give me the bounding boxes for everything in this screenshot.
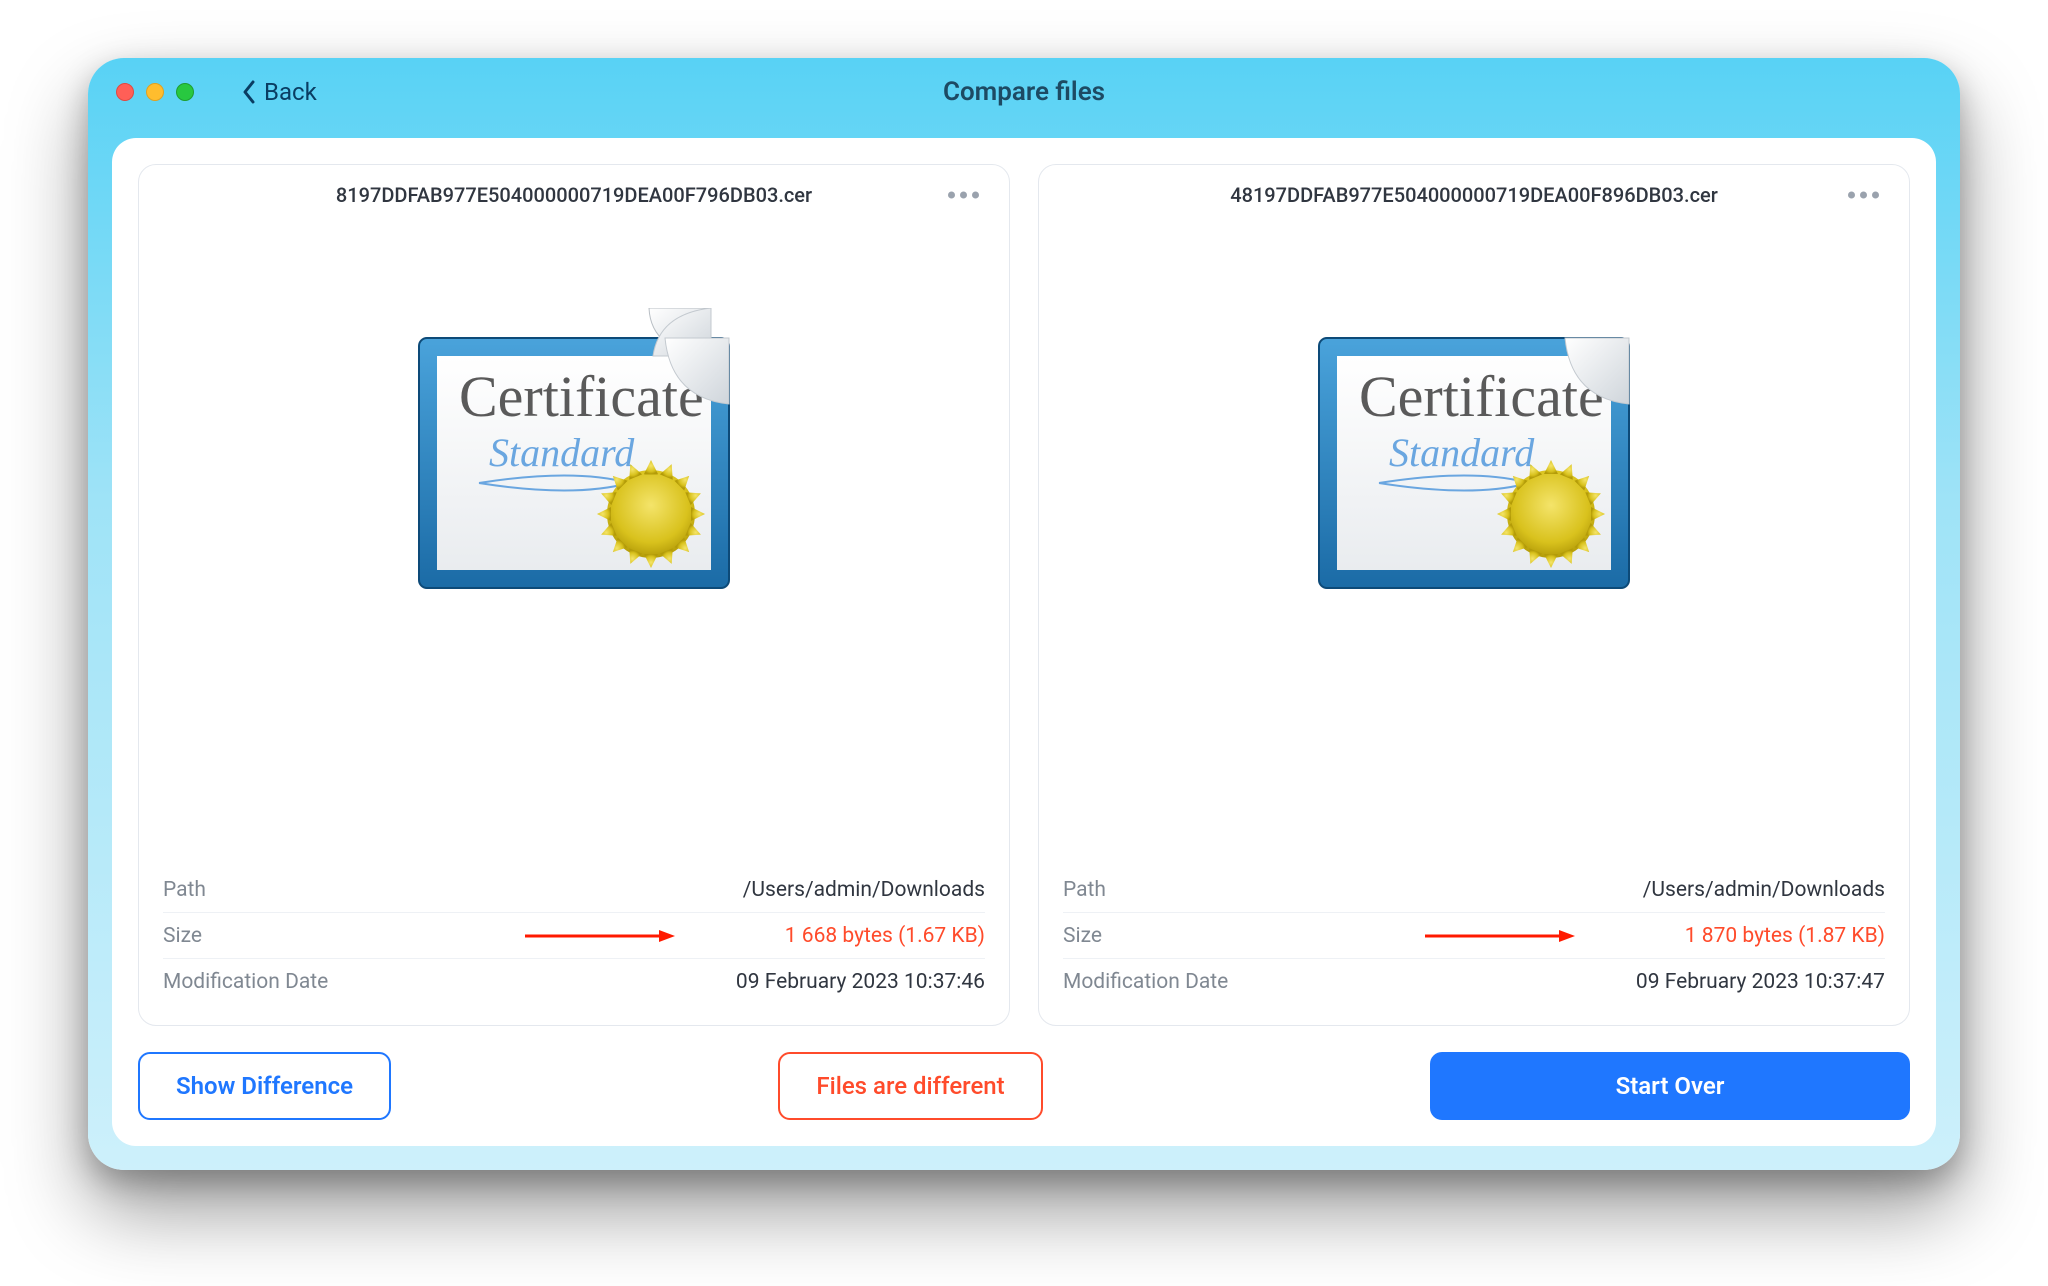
file-card-header: 48197DDFAB977E504000000719DEA00F896DB03.… [1063,165,1885,225]
meta-path-value: /Users/admin/Downloads [1643,878,1885,902]
meta-path-label: Path [1063,878,1106,902]
meta-modified-label: Modification Date [163,970,328,994]
minimize-window-button[interactable] [146,83,164,101]
meta-modified-row: Modification Date 09 February 2023 10:37… [163,959,985,1005]
svg-text:Certificate: Certificate [1359,364,1604,429]
close-window-button[interactable] [116,83,134,101]
window-title: Compare files [88,77,1960,107]
actions-bar: Show Difference Files are different Star… [138,1052,1910,1120]
file-card-right: 48197DDFAB977E504000000719DEA00F896DB03.… [1038,164,1910,1026]
difference-arrow-icon [1425,928,1575,944]
titlebar: Back Compare files [88,58,1960,126]
certificate-file-icon: Certificate Standard [1309,308,1639,612]
meta-path-label: Path [163,878,206,902]
meta-size-row: Size 1 870 bytes (1.87 KB) [1063,913,1885,959]
file-meta: Path /Users/admin/Downloads Size 1 668 b… [163,867,985,1005]
show-difference-button[interactable]: Show Difference [138,1052,391,1120]
meta-modified-row: Modification Date 09 February 2023 10:37… [1063,959,1885,1005]
difference-arrow-icon [525,928,675,944]
meta-modified-value: 09 February 2023 10:37:46 [736,970,985,994]
chevron-left-icon [242,80,256,104]
file-card-header: 8197DDFAB977E504000000719DEA00F796DB03.c… [163,165,985,225]
viewport: Back Compare files 8197DDFAB977E50400000… [0,0,2048,1286]
meta-size-label: Size [1063,924,1102,948]
file-icon-area: Certificate Standard [1063,225,1885,695]
svg-text:Certificate: Certificate [459,364,704,429]
file-name: 8197DDFAB977E504000000719DEA00F796DB03.c… [163,183,985,207]
svg-text:Standard: Standard [489,430,635,475]
meta-size-value: 1 668 bytes (1.67 KB) [785,924,985,948]
maximize-window-button[interactable] [176,83,194,101]
meta-modified-value: 09 February 2023 10:37:47 [1636,970,1885,994]
file-icon-area: Certificate Standard [163,225,985,695]
meta-size-label: Size [163,924,202,948]
file-cards-row: 8197DDFAB977E504000000719DEA00F796DB03.c… [138,164,1910,1026]
meta-modified-label: Modification Date [1063,970,1228,994]
app-window: Back Compare files 8197DDFAB977E50400000… [88,58,1960,1170]
back-button[interactable]: Back [242,78,317,106]
file-card-left: 8197DDFAB977E504000000719DEA00F796DB03.c… [138,164,1010,1026]
file-name: 48197DDFAB977E504000000719DEA00F896DB03.… [1063,183,1885,207]
svg-text:Standard: Standard [1389,430,1535,475]
meta-size-value: 1 870 bytes (1.87 KB) [1685,924,1885,948]
compare-status-badge: Files are different [778,1052,1042,1120]
more-options-button[interactable] [1842,186,1885,205]
meta-path-value: /Users/admin/Downloads [743,878,985,902]
more-options-button[interactable] [942,186,985,205]
certificate-file-icon: Certificate Standard [409,308,739,612]
back-label: Back [264,78,317,106]
meta-size-row: Size 1 668 bytes (1.67 KB) [163,913,985,959]
content-area: 8197DDFAB977E504000000719DEA00F796DB03.c… [112,138,1936,1146]
file-meta: Path /Users/admin/Downloads Size 1 870 b… [1063,867,1885,1005]
meta-path-row: Path /Users/admin/Downloads [1063,867,1885,913]
start-over-button[interactable]: Start Over [1430,1052,1910,1120]
meta-path-row: Path /Users/admin/Downloads [163,867,985,913]
window-controls [116,83,194,101]
